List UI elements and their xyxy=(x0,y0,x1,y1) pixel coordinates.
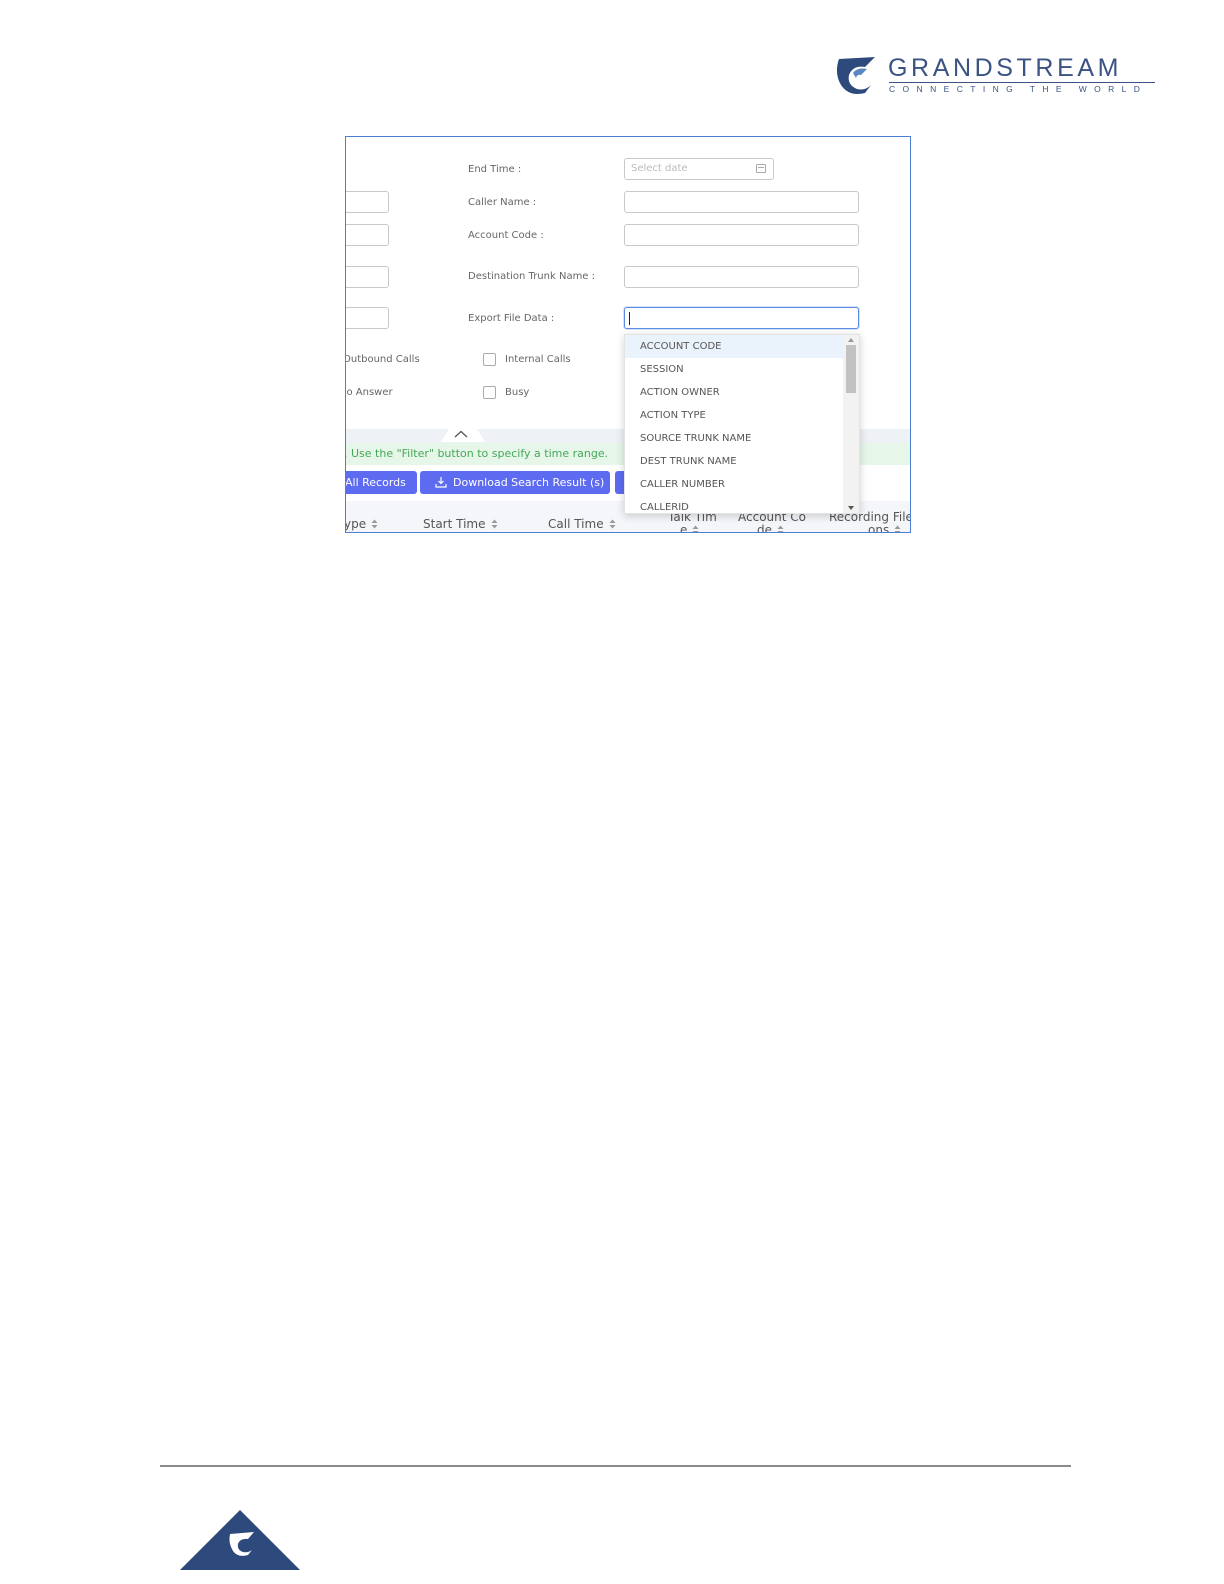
dropdown-option-action-owner[interactable]: ACTION OWNER xyxy=(625,381,843,404)
calendar-icon[interactable] xyxy=(756,164,766,173)
all-records-button[interactable]: All Records xyxy=(345,471,417,494)
scroll-down-arrow-icon[interactable] xyxy=(847,505,855,511)
footer-divider xyxy=(160,1465,1071,1467)
grandstream-logo-mark-icon xyxy=(836,57,875,94)
col-call-time-label: Call Time xyxy=(548,517,604,531)
left-column-input-4[interactable] xyxy=(346,307,389,329)
account-code-label: Account Code : xyxy=(468,230,544,241)
dropdown-option-dest-trunk-name[interactable]: DEST TRUNK NAME xyxy=(625,450,843,473)
account-code-input[interactable] xyxy=(624,224,859,246)
chevron-up-icon[interactable] xyxy=(454,430,468,438)
dropdown-scrollbar[interactable] xyxy=(843,335,859,513)
grandstream-logo: GRANDSTREAM CONNECTING THE WORLD xyxy=(835,55,1160,97)
dropdown-option-action-type[interactable]: ACTION TYPE xyxy=(625,404,843,427)
dropdown-option-account-code[interactable]: ACCOUNT CODE xyxy=(625,335,843,358)
sort-icon[interactable] xyxy=(777,525,784,533)
col-start-time-header[interactable]: Start Time xyxy=(423,517,498,531)
export-file-data-select[interactable] xyxy=(624,307,859,329)
col-type-label: ype xyxy=(345,517,367,531)
col-recording-label-2: ons xyxy=(868,523,890,533)
col-talk-time-label-2: e xyxy=(680,523,688,533)
left-column-input-2[interactable] xyxy=(346,224,389,246)
no-answer-label: No Answer xyxy=(346,387,393,398)
busy-checkbox[interactable] xyxy=(483,386,496,399)
destination-trunk-label: Destination Trunk Name : xyxy=(468,271,596,282)
scrollbar-thumb[interactable] xyxy=(846,345,856,393)
outbound-calls-label: Outbound Calls xyxy=(345,354,420,365)
left-column-input-1[interactable] xyxy=(346,191,389,213)
dropdown-option-session[interactable]: SESSION xyxy=(625,358,843,381)
end-time-date-picker[interactable]: Select date xyxy=(624,158,774,180)
footer-grandstream-logo-icon xyxy=(180,1510,300,1570)
download-search-result-button[interactable]: Download Search Result (s) xyxy=(420,471,610,494)
destination-trunk-input[interactable] xyxy=(624,266,859,288)
dropdown-option-source-trunk-name[interactable]: SOURCE TRUNK NAME xyxy=(625,427,843,450)
col-start-time-label: Start Time xyxy=(423,517,486,531)
sort-icon[interactable] xyxy=(491,519,498,529)
col-type-header[interactable]: ype xyxy=(345,517,378,531)
cdr-filter-screenshot: End Time : Select date Caller Name : Acc… xyxy=(345,136,911,533)
export-file-data-dropdown[interactable]: ACCOUNT CODE SESSION ACTION OWNER ACTION… xyxy=(624,334,860,514)
caller-name-label: Caller Name : xyxy=(468,197,537,208)
left-column-input-3[interactable] xyxy=(346,266,389,288)
sort-icon[interactable] xyxy=(609,519,616,529)
col-account-code-label-2: de xyxy=(757,523,772,533)
download-search-result-label: Download Search Result (s) xyxy=(453,476,605,489)
all-records-button-label: All Records xyxy=(345,476,406,489)
sort-icon[interactable] xyxy=(371,519,378,529)
brand-tagline: CONNECTING THE WORLD xyxy=(889,84,1148,94)
col-call-time-header[interactable]: Call Time xyxy=(548,517,616,531)
text-cursor xyxy=(629,312,630,325)
internal-calls-checkbox[interactable] xyxy=(483,353,496,366)
internal-calls-label: Internal Calls xyxy=(505,354,571,365)
notice-text: . Use the "Filter" button to specify a t… xyxy=(345,447,609,460)
sort-icon[interactable] xyxy=(894,525,901,533)
scroll-up-arrow-icon[interactable] xyxy=(847,337,855,343)
brand-divider xyxy=(889,82,1155,83)
dropdown-option-callerid[interactable]: CALLERID xyxy=(625,496,843,513)
download-icon xyxy=(435,477,447,488)
brand-name: GRANDSTREAM xyxy=(888,54,1123,82)
sort-icon[interactable] xyxy=(692,525,699,533)
export-file-data-label: Export File Data : xyxy=(468,313,555,324)
end-time-label: End Time : xyxy=(468,164,522,175)
end-time-placeholder: Select date xyxy=(631,163,688,174)
dropdown-option-caller-number[interactable]: CALLER NUMBER xyxy=(625,473,843,496)
busy-label: Busy xyxy=(505,387,530,398)
caller-name-input[interactable] xyxy=(624,191,859,213)
